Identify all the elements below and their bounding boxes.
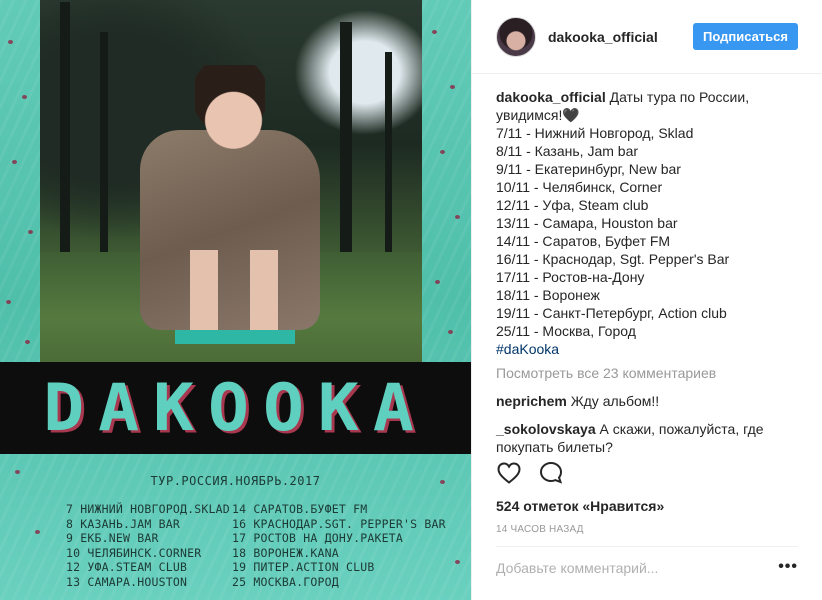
list-item: 9/11 - Екатеринбург, New bar	[496, 161, 681, 177]
poster-date-line: 7 НИЖНИЙ НОВГОРОД.SKLAD	[66, 502, 230, 516]
list-item: 18/11 - Воронеж	[496, 287, 600, 303]
tour-date-list: 7/11 - Нижний Новгород, Sklad 8/11 - Каз…	[496, 124, 798, 340]
caption-username[interactable]: dakooka_official	[496, 89, 606, 105]
post-caption: dakooka_official Даты тура по России, ув…	[496, 88, 798, 358]
post-actions	[496, 460, 564, 486]
poster-dates-left: 7 НИЖНИЙ НОВГОРОД.SKLAD 8 КАЗАНЬ.JAM BAR…	[66, 502, 230, 589]
list-item: 12/11 - Уфа, Steam club	[496, 197, 649, 213]
comment-text: Жду альбом!!	[570, 393, 660, 409]
poster-tour-heading: ТУР.РОССИЯ.НОЯБРЬ.2017	[150, 474, 321, 488]
poster-date-line: 10 ЧЕЛЯБИНСК.CORNER	[66, 545, 202, 560]
poster-date-line: 17 РОСТОВ НА ДОНУ.РАКЕТА	[232, 531, 403, 545]
poster-date-line: 16 КРАСНОДАР.SGT. PEPPER'S BAR	[232, 516, 446, 531]
list-item: 25/11 - Москва, Город	[496, 323, 636, 339]
view-all-comments-link[interactable]: Посмотреть все 23 комментариев	[496, 364, 798, 382]
list-item: 16/11 - Краснодар, Sgt. Pepper's Bar	[496, 251, 730, 267]
poster-band-title: DAKOOKA	[43, 370, 428, 446]
follow-button[interactable]: Подписаться	[692, 23, 798, 50]
divider	[496, 546, 798, 547]
poster-photo	[40, 0, 422, 362]
list-item: 14/11 - Саратов, Буфет FM	[496, 233, 671, 249]
ellipsis-icon[interactable]: •••	[778, 559, 798, 575]
poster-date-line: 8 КАЗАНЬ.JAM BAR	[66, 516, 180, 531]
poster-title-band: DAKOOKA	[0, 362, 471, 454]
comment-item: neprichem Жду альбом!!	[496, 392, 798, 410]
poster-date-line: 9 ЕКБ.NEW BAR	[66, 531, 159, 545]
author-username[interactable]: dakooka_official	[548, 29, 658, 45]
list-item: 13/11 - Самара, Houston bar	[496, 215, 678, 231]
poster-dates-right: 14 САРАТОВ.БУФЕТ FM 16 КРАСНОДАР.SGT. PE…	[232, 502, 446, 589]
post-timestamp[interactable]: 14 часов назад	[496, 524, 584, 535]
comment-username[interactable]: neprichem	[496, 393, 567, 409]
poster-date-line: 18 ВОРОНЕЖ.KANA	[232, 545, 339, 560]
heart-icon[interactable]	[496, 460, 522, 486]
post-sidebar: dakooka_official Подписаться dakooka_off…	[471, 0, 822, 600]
poster-date-line: 13 САМАРА.HOUSTON	[66, 574, 188, 589]
avatar[interactable]	[496, 16, 536, 57]
comments-section: dakooka_official Даты тура по России, ув…	[472, 74, 822, 455]
post-header: dakooka_official Подписаться	[472, 0, 822, 74]
list-item: 17/11 - Ростов-на-Дону	[496, 269, 645, 285]
poster-date-line: 12 УФА.STEAM CLUB	[66, 560, 188, 574]
list-item: 19/11 - Санкт-Петербург, Action club	[496, 305, 727, 321]
speech-bubble-icon[interactable]	[538, 460, 564, 486]
poster-date-line: 14 САРАТОВ.БУФЕТ FM	[232, 502, 368, 516]
comment-item: _sokolovskaya А скажи, пожалуйста, где п…	[496, 420, 798, 456]
post-image[interactable]: DAKOOKA ТУР.РОССИЯ.НОЯБРЬ.2017 7 НИЖНИЙ …	[0, 0, 471, 600]
poster-date-line: 19 ПИТЕР.ACTION CLUB	[232, 560, 375, 574]
hashtag-link[interactable]: #daKooka	[496, 341, 559, 357]
list-item: 7/11 - Нижний Новгород, Sklad	[496, 125, 694, 141]
list-item: 8/11 - Казань, Jam bar	[496, 143, 639, 159]
likes-count[interactable]: 524 отметок «Нравится»	[496, 498, 664, 514]
comment-username[interactable]: _sokolovskaya	[496, 421, 596, 437]
poster-date-line: 25 МОСКВА.ГОРОД	[232, 574, 339, 589]
list-item: 10/11 - Челябинск, Corner	[496, 179, 663, 195]
add-comment-input[interactable]	[496, 560, 756, 576]
